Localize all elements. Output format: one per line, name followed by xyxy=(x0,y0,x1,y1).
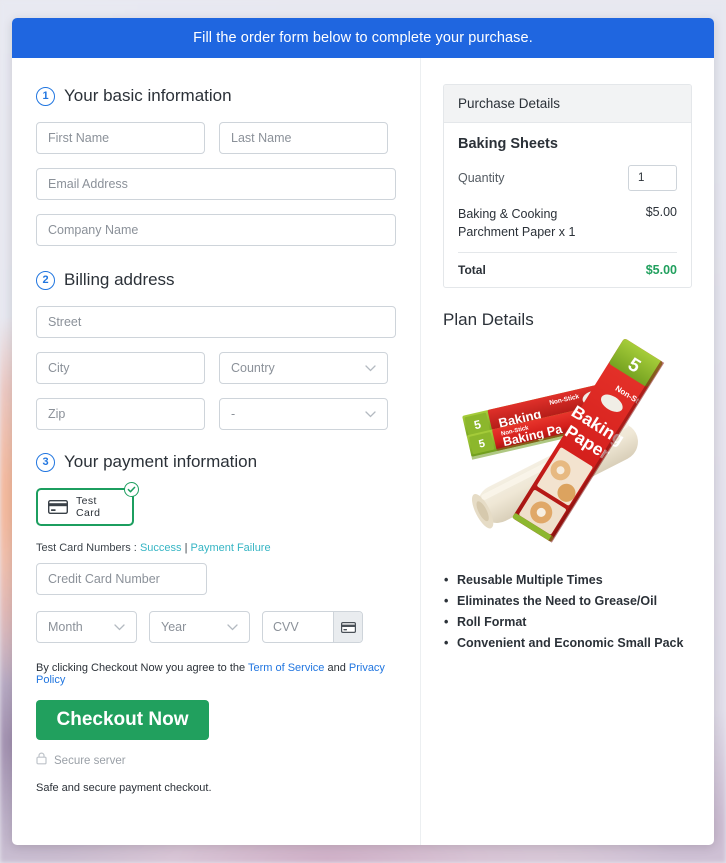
country-select-value: Country xyxy=(231,361,275,375)
safe-checkout-note: Safe and secure payment checkout. xyxy=(36,782,212,794)
terms-prefix: By clicking Checkout Now you agree to th… xyxy=(36,662,246,674)
line-item-row: Baking & Cooking Parchment Paper x 1 $5.… xyxy=(458,205,677,254)
feature-list: Reusable Multiple Times Eliminates the N… xyxy=(443,570,692,653)
zip-input[interactable]: Zip xyxy=(36,398,205,430)
test-card-numbers-label: Test Card Numbers : xyxy=(36,542,137,554)
line-item-price: $5.00 xyxy=(645,205,677,219)
total-row: Total $5.00 xyxy=(458,253,677,277)
step-number-2: 2 xyxy=(36,270,55,290)
product-name: Baking Sheets xyxy=(458,136,558,152)
chevron-down-icon xyxy=(365,410,376,418)
purchase-details-heading: Purchase Details xyxy=(444,85,691,123)
section-header-billing-address: 2 Billing address xyxy=(36,270,396,290)
link-separator: | xyxy=(184,542,188,554)
credit-card-icon xyxy=(47,499,69,515)
payment-section: 3 Your payment information Test Card Tes… xyxy=(36,452,396,794)
section-header-basic-information: 1 Your basic information xyxy=(36,86,396,106)
last-name-input[interactable]: Last Name xyxy=(219,122,388,154)
checkout-card: Fill the order form below to complete yo… xyxy=(12,18,714,845)
step-number-1: 1 xyxy=(36,86,55,106)
cvv-input[interactable]: CVV xyxy=(263,612,333,642)
list-item: Reusable Multiple Times xyxy=(443,570,692,591)
total-label: Total xyxy=(458,263,486,278)
page-banner: Fill the order form below to complete yo… xyxy=(12,18,714,58)
purchase-details-panel: Purchase Details Baking Sheets Quantity … xyxy=(443,84,692,289)
company-name-input[interactable]: Company Name xyxy=(36,214,396,246)
company-row: Company Name xyxy=(36,214,396,246)
plan-details-heading: Plan Details xyxy=(443,310,534,330)
quantity-row: Quantity 1 xyxy=(458,165,677,191)
cvv-field-group[interactable]: CVV xyxy=(262,611,363,643)
card-body: 1 Your basic information First Name Last… xyxy=(12,58,714,845)
test-card-success-link[interactable]: Success xyxy=(140,542,182,554)
email-input[interactable]: Email Address xyxy=(36,168,396,200)
test-card-option-button[interactable]: Test Card xyxy=(36,482,139,526)
purchase-details-body: Baking Sheets Quantity 1 Baking & Cookin… xyxy=(444,123,691,287)
section-header-payment-information: 3 Your payment information xyxy=(36,452,396,472)
state-select-value: - xyxy=(231,407,236,421)
chevron-down-icon xyxy=(227,623,238,631)
expiry-month-select[interactable]: Month xyxy=(36,611,137,643)
section-title-billing-address: Billing address xyxy=(64,270,175,289)
terms-conjunction: and xyxy=(327,662,346,674)
street-row: Street xyxy=(36,306,396,338)
terms-of-service-link[interactable]: Term of Service xyxy=(248,662,324,674)
terms-agreement-text: By clicking Checkout Now you agree to th… xyxy=(36,662,396,686)
secure-server-label: Secure server xyxy=(54,755,126,767)
expiry-year-value: Year xyxy=(161,620,187,634)
test-card-failure-link[interactable]: Payment Failure xyxy=(191,542,271,554)
check-circle-icon xyxy=(124,482,139,497)
cvv-card-icon xyxy=(333,612,362,642)
quantity-input[interactable]: 1 xyxy=(628,165,677,191)
lock-icon xyxy=(36,752,47,770)
secure-server-notice: Secure server xyxy=(36,752,396,770)
section-title-basic-information: Your basic information xyxy=(64,86,232,105)
test-card-numbers-line: Test Card Numbers : Success | Payment Fa… xyxy=(36,542,396,554)
zip-state-row: Zip - xyxy=(36,398,396,430)
list-item: Eliminates the Need to Grease/Oil xyxy=(443,591,692,612)
chevron-down-icon xyxy=(365,364,376,372)
credit-card-number-input[interactable]: Credit Card Number xyxy=(36,563,207,595)
state-select[interactable]: - xyxy=(219,398,388,430)
expiry-year-select[interactable]: Year xyxy=(149,611,250,643)
product-image: 5 Non-Stick Baking 5 Non-Stick Baking Pa xyxy=(443,334,692,566)
checkout-now-button[interactable]: Checkout Now xyxy=(36,700,209,740)
email-row: Email Address xyxy=(36,168,396,200)
section-title-payment-information: Your payment information xyxy=(64,452,258,471)
order-form-column: 1 Your basic information First Name Last… xyxy=(12,58,421,845)
total-value: $5.00 xyxy=(645,263,677,278)
test-card-option-label: Test Card xyxy=(76,495,101,519)
first-name-input[interactable]: First Name xyxy=(36,122,205,154)
country-select[interactable]: Country xyxy=(219,352,388,384)
name-row: First Name Last Name xyxy=(36,122,396,154)
banner-text: Fill the order form below to complete yo… xyxy=(193,30,533,46)
summary-column: Purchase Details Baking Sheets Quantity … xyxy=(421,58,714,845)
city-input[interactable]: City xyxy=(36,352,205,384)
step-number-3: 3 xyxy=(36,452,55,472)
list-item: Convenient and Economic Small Pack xyxy=(443,633,692,654)
city-country-row: City Country xyxy=(36,352,396,384)
expiry-cvv-row: Month Year CVV xyxy=(36,611,396,643)
quantity-label: Quantity xyxy=(458,171,505,185)
line-item-description: Baking & Cooking Parchment Paper x 1 xyxy=(458,207,576,240)
chevron-down-icon xyxy=(114,623,125,631)
expiry-month-value: Month xyxy=(48,620,83,634)
list-item: Roll Format xyxy=(443,612,692,633)
street-input[interactable]: Street xyxy=(36,306,396,338)
